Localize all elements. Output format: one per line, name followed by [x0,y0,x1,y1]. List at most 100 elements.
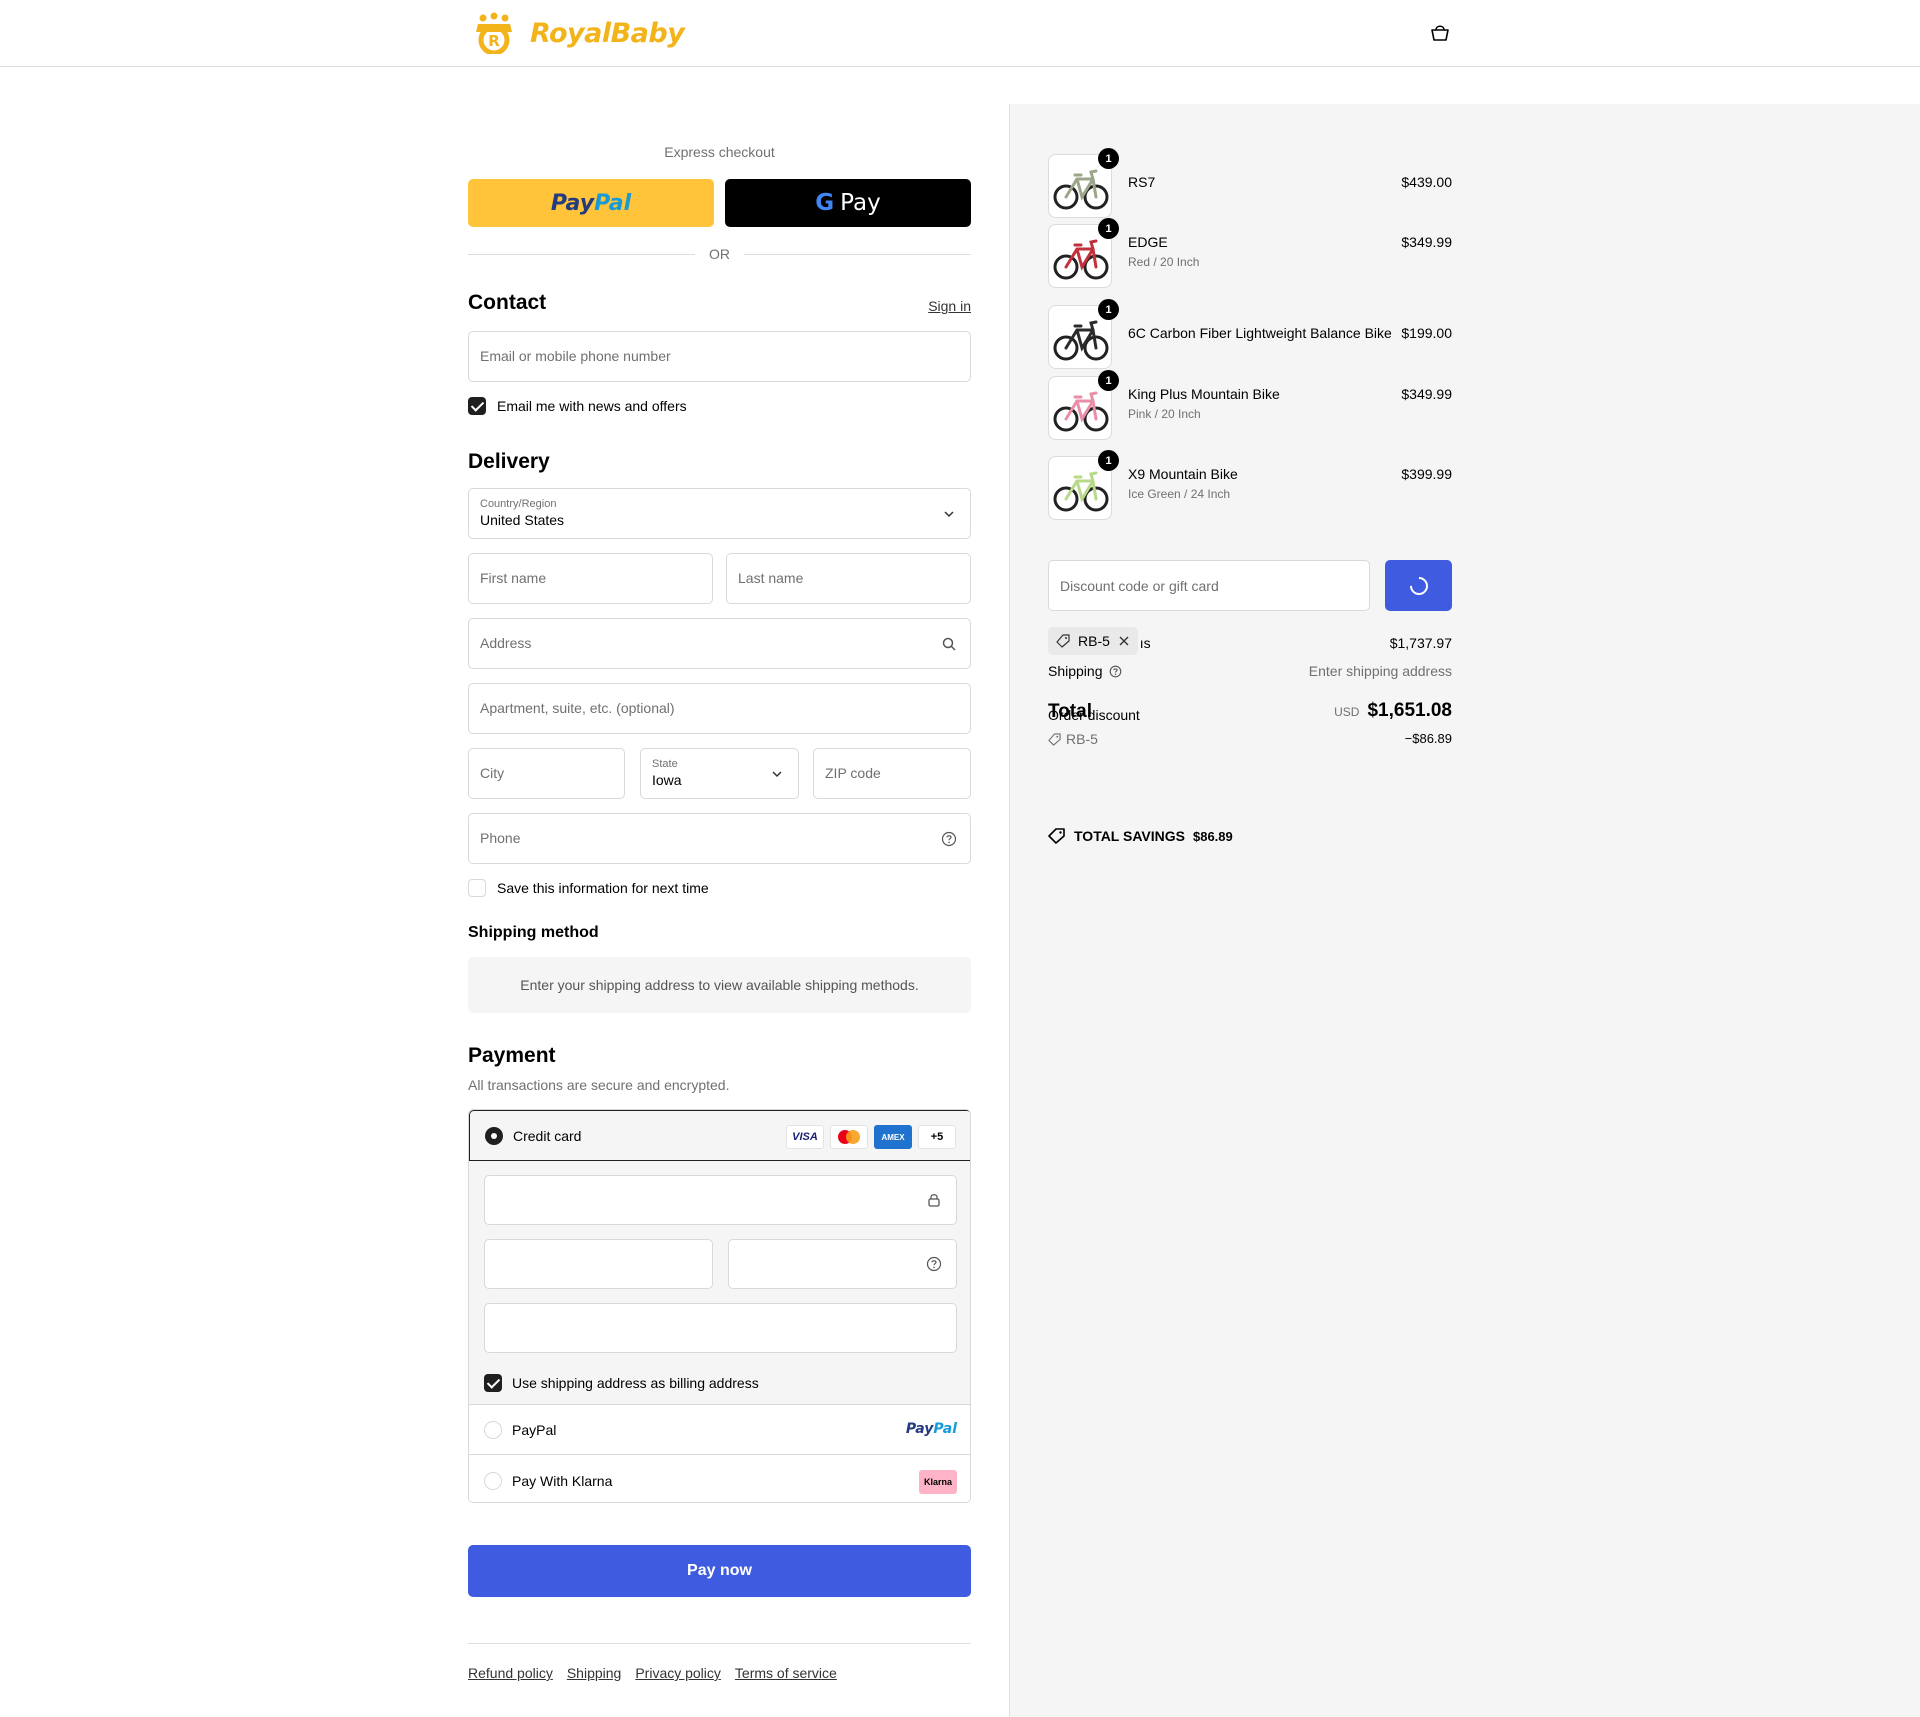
help-circle-icon[interactable] [941,831,957,847]
paypal-logo: PayPal [550,190,632,216]
close-icon[interactable] [1118,635,1130,647]
paypal-logo: PayPal [905,1421,957,1437]
footer-divider [468,1643,971,1644]
footer-links: Refund policy Shipping Privacy policy Te… [468,1665,837,1681]
privacy-policy-link[interactable]: Privacy policy [635,1665,721,1681]
item-price: $399.99 [1401,466,1452,482]
phone-field[interactable]: Phone [468,813,971,864]
applied-discount-chip: RB-5 [1048,627,1138,655]
paypal-option-label: PayPal [512,1422,557,1438]
pay-now-button[interactable]: Pay now [468,1545,971,1597]
discount-value: −$86.89 [1404,731,1452,746]
item-price: $439.00 [1401,174,1452,190]
header: R RoyalBaby [0,0,1920,67]
quantity-badge: 1 [1098,370,1119,391]
discount-placeholder: Discount code or gift card [1060,578,1219,594]
shipping-row-label: Shipping [1048,663,1122,679]
paypal-option[interactable]: PayPal PayPal [469,1405,970,1455]
shipping-method-heading: Shipping method [468,924,599,941]
discount-code-field[interactable]: Discount code or gift card [1048,560,1370,611]
brand-logo[interactable]: R RoyalBaby [468,12,685,54]
news-offers-checkbox[interactable] [468,397,486,415]
country-label: Country/Region [480,498,557,510]
amex-icon: AMEX [874,1125,912,1149]
total-savings: TOTAL SAVINGS $86.89 [1048,828,1233,844]
last-name-field[interactable]: Last name [726,553,971,604]
billing-address-checkbox[interactable] [484,1374,502,1392]
quantity-badge: 1 [1098,148,1119,169]
or-label: OR [709,246,730,262]
apply-discount-button[interactable] [1385,560,1452,611]
lock-icon [928,1194,940,1207]
item-price: $199.00 [1401,325,1452,341]
address-field[interactable]: Address [468,618,971,669]
address-placeholder: Address [480,635,532,651]
discount-code-row: RB-5 [1048,731,1098,747]
item-name: EDGE [1128,234,1168,250]
google-pay-button[interactable]: G Pay [725,179,971,227]
more-cards-badge: +5 [918,1125,956,1149]
total-value: USD $1,651.08 [1334,700,1452,722]
cart-icon[interactable] [1428,22,1452,44]
klarna-radio[interactable] [484,1472,502,1490]
credit-card-option[interactable]: Credit card VISA AMEX +5 [469,1110,970,1161]
refund-policy-link[interactable]: Refund policy [468,1665,553,1681]
help-circle-icon[interactable] [926,1256,942,1272]
save-info-label: Save this information for next time [497,880,709,896]
save-info-checkbox[interactable] [468,879,486,897]
paypal-radio[interactable] [484,1421,502,1439]
city-placeholder: City [480,765,505,781]
express-checkout-label: Express checkout [664,144,775,160]
city-field[interactable]: City [468,748,625,799]
tag-icon [1048,732,1061,746]
klarna-option[interactable]: Pay With Klarna Klarna [469,1456,970,1502]
subtotal-value: $1,737.97 [1389,635,1452,651]
zip-field[interactable]: ZIP code [813,748,971,799]
help-circle-icon[interactable] [1109,665,1122,678]
cart-item: 1 EDGE Red / 20 Inch $349.99 [1048,218,1452,290]
payment-methods: Credit card VISA AMEX +5 Use shipping ad… [468,1109,971,1503]
item-name: RS7 [1128,174,1156,190]
or-divider: OR [468,244,971,264]
email-field[interactable]: Email or mobile phone number [468,331,971,382]
contact-heading: Contact [468,291,547,314]
total-label: Total [1048,701,1092,722]
item-name: 6C Carbon Fiber Lightweight Balance Bike [1128,325,1392,341]
state-value: Iowa [652,772,682,788]
klarna-option-label: Pay With Klarna [512,1473,613,1489]
paypal-express-button[interactable]: PayPal [468,179,714,227]
apartment-field[interactable]: Apartment, suite, etc. (optional) [468,683,971,734]
credit-card-radio[interactable] [485,1127,503,1145]
security-code-field[interactable] [728,1239,957,1289]
name-on-card-field[interactable] [484,1303,957,1353]
state-select[interactable]: State Iowa [640,748,799,799]
terms-of-service-link[interactable]: Terms of service [735,1665,837,1681]
crown-logo-icon: R [476,12,512,54]
loading-spinner-icon [1405,572,1432,599]
cart-item: 1 6C Carbon Fiber Lightweight Balance Bik… [1048,299,1452,371]
applied-discount-code: RB-5 [1078,633,1110,649]
card-badges: VISA AMEX +5 [786,1125,956,1149]
tag-icon [1056,634,1070,648]
quantity-badge: 1 [1098,218,1119,239]
shipping-policy-link[interactable]: Shipping [567,1665,622,1681]
expiration-field[interactable] [484,1239,713,1289]
item-name: X9 Mountain Bike [1128,466,1238,482]
item-price: $349.99 [1401,234,1452,250]
country-value: United States [480,512,565,528]
cart-item: 1 King Plus Mountain Bike Pink / 20 Inch $3… [1048,370,1452,442]
google-pay-label: Pay [840,190,881,216]
mastercard-icon [830,1125,868,1149]
sign-in-link[interactable]: Sign in [928,298,971,314]
item-variant: Pink / 20 Inch [1128,407,1201,421]
first-name-field[interactable]: First name [468,553,713,604]
payment-heading: Payment [468,1044,556,1067]
delivery-heading: Delivery [468,450,550,473]
visa-icon: VISA [786,1125,824,1149]
zip-placeholder: ZIP code [825,765,881,781]
shipping-method-message: Enter your shipping address to view avai… [468,957,971,1013]
country-select[interactable]: Country/Region United States [468,488,971,539]
payment-subtitle: All transactions are secure and encrypte… [468,1077,730,1093]
card-number-field[interactable] [484,1175,957,1225]
last-name-placeholder: Last name [738,570,804,586]
